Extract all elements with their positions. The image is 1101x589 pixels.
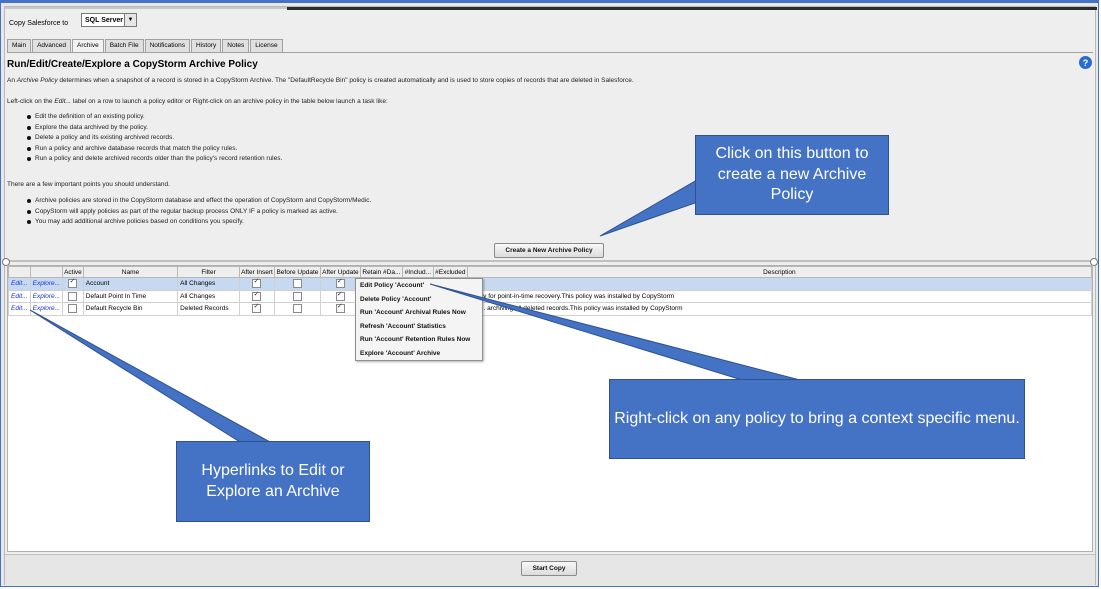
after-insert-checkbox[interactable] (252, 303, 262, 314)
col-header-filter[interactable]: Filter (177, 266, 240, 278)
policy-name: Default Recycle Bin (82, 302, 179, 316)
menu-item-run-archival-rules[interactable]: Run 'Account' Archival Rules Now (356, 306, 482, 320)
task-item: Explore the data archived by the policy. (27, 123, 282, 134)
intro-text-b: determines when a snapshot of a record i… (57, 77, 634, 84)
copy-target-value: SQL Server (85, 16, 124, 24)
instructions-text-b: label on a row to launch a policy editor… (70, 98, 388, 105)
before-update-checkbox[interactable] (292, 304, 302, 314)
after-insert-checkbox[interactable] (252, 291, 262, 301)
instructions-text-a: Left-click on the (7, 98, 55, 105)
before-update-checkbox[interactable] (292, 279, 302, 289)
policy-filter: All Changes (177, 289, 240, 303)
create-policy-callout: Click on this button to create a new Arc… (695, 135, 889, 215)
after-update-checkbox[interactable] (335, 278, 345, 289)
table-row[interactable]: Edit... Explore... Account All Changes (8, 277, 1093, 291)
policy-filter: All Changes (177, 277, 240, 291)
explore-link[interactable]: Explore... (33, 280, 60, 287)
instructions-text-emphasis: Edit... (54, 98, 71, 105)
col-header-retain-days[interactable]: Retain #Da... (359, 266, 403, 278)
menu-item-explore-archive[interactable]: Explore 'Account' Archive (356, 347, 482, 361)
policy-description (466, 277, 1093, 291)
policy-description: poli... archiving all deleted records.Th… (466, 302, 1093, 316)
before-update-checkbox[interactable] (292, 291, 302, 301)
page-title: Run/Edit/Create/Explore a CopyStorm Arch… (7, 59, 258, 70)
intro-text-a: An (7, 77, 17, 84)
help-icon[interactable]: ? (1079, 56, 1092, 69)
context-menu: Edit Policy 'Account' Delete Policy 'Acc… (355, 278, 483, 361)
splitter-bar[interactable] (5, 260, 1097, 262)
menu-item-delete-policy[interactable]: Delete Policy 'Account' (356, 293, 482, 307)
active-checkbox[interactable] (68, 291, 78, 301)
task-item: Edit the definition of an existing polic… (27, 112, 282, 123)
copy-target-label: Copy Salesforce to (9, 19, 69, 27)
table-header-row: Active Name Filter After Insert Before U… (8, 266, 1093, 278)
task-item: Run a policy and archive database record… (27, 144, 282, 155)
tab-main[interactable]: Main (7, 39, 32, 52)
tab-bar: Main Advanced Archive Batch File Notific… (7, 39, 284, 52)
tab-batch-file[interactable]: Batch File (104, 39, 144, 52)
point-item: CopyStorm will apply policies as part of… (27, 207, 371, 218)
start-copy-button[interactable]: Start Copy (521, 561, 577, 576)
points-list: Archive policies are stored in the CopyS… (27, 196, 371, 228)
col-header-edit[interactable] (8, 266, 31, 278)
create-archive-policy-button[interactable]: Create a New Archive Policy (494, 243, 604, 258)
col-header-explore[interactable] (29, 266, 64, 278)
tab-advanced[interactable]: Advanced (32, 39, 72, 52)
menu-item-refresh-statistics[interactable]: Refresh 'Account' Statistics (356, 320, 482, 334)
tab-divider (7, 52, 1093, 53)
col-header-included[interactable]: #Includ... (401, 266, 434, 278)
policy-table: Active Name Filter After Insert Before U… (8, 266, 1093, 316)
col-header-excluded[interactable]: #Excluded (432, 266, 468, 278)
explore-link[interactable]: Explore... (33, 293, 60, 300)
policy-filter: Deleted Records (177, 302, 240, 316)
task-item: Delete a policy and its existing archive… (27, 133, 282, 144)
chevron-down-icon[interactable]: ▼ (124, 14, 136, 26)
menu-item-edit-policy[interactable]: Edit Policy 'Account' (356, 279, 482, 293)
active-checkbox[interactable] (68, 304, 78, 314)
table-row[interactable]: Edit... Explore... Default Point In Time… (8, 289, 1093, 303)
after-update-checkbox[interactable] (335, 291, 345, 301)
task-list: Edit the definition of an existing polic… (27, 112, 282, 165)
col-header-after-update[interactable]: After Update (319, 266, 361, 278)
after-insert-checkbox[interactable] (252, 278, 262, 289)
point-item: Archive policies are stored in the CopyS… (27, 196, 371, 207)
title-strip (287, 7, 1097, 10)
col-header-active[interactable]: Active (62, 266, 84, 278)
after-update-checkbox[interactable] (335, 303, 345, 314)
app-window: Copy Salesforce to SQL Server ▼ Main Adv… (2, 6, 1098, 585)
tab-notifications[interactable]: Notifications (144, 39, 191, 52)
policy-description: policy for point-in-time recovery.This p… (466, 289, 1093, 303)
instructions-text: Left-click on the Edit... label on a row… (7, 98, 388, 105)
policy-name: Account (82, 277, 179, 291)
copy-target-select[interactable]: SQL Server ▼ (81, 13, 137, 27)
hyperlinks-callout: Hyperlinks to Edit or Explore an Archive (176, 441, 370, 522)
policy-name: Default Point In Time (82, 289, 179, 303)
table-row[interactable]: Edit... Explore... Default Recycle Bin D… (8, 302, 1093, 316)
edit-link[interactable]: Edit... (11, 293, 28, 300)
tab-notes[interactable]: Notes (222, 39, 250, 52)
context-menu-callout: Right-click on any policy to bring a con… (609, 379, 1025, 459)
intro-text-emphasis: Archive Policy (16, 77, 58, 84)
edit-link[interactable]: Edit... (11, 280, 28, 287)
active-checkbox[interactable] (68, 278, 78, 289)
tab-archive[interactable]: Archive (72, 39, 104, 52)
tab-history[interactable]: History (191, 39, 222, 52)
intro-text: An Archive Policy determines when a snap… (7, 77, 634, 84)
edit-link[interactable]: Edit... (11, 305, 28, 312)
col-header-after-insert[interactable]: After Insert (238, 266, 275, 278)
col-header-name[interactable]: Name (82, 266, 179, 278)
tab-license[interactable]: License (250, 39, 283, 52)
explore-link[interactable]: Explore... (33, 305, 60, 312)
point-item: You may add additional archive policies … (27, 217, 371, 228)
col-header-description[interactable]: Description (466, 266, 1093, 278)
task-item: Run a policy and delete archived records… (27, 154, 282, 165)
points-heading: There are a few important points you sho… (7, 181, 170, 188)
col-header-before-update[interactable]: Before Update (273, 266, 321, 278)
menu-item-run-retention-rules[interactable]: Run 'Account' Retention Rules Now (356, 333, 482, 347)
